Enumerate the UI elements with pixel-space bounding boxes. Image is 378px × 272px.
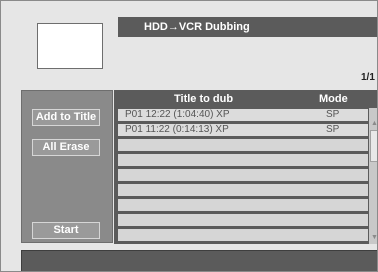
action-panel: Add to Title All Erase Start (21, 90, 113, 243)
video-preview-window (37, 23, 103, 69)
list-row-empty[interactable] (118, 154, 368, 166)
dub-title-list: Title to dub Mode P01 12:22 (1:04:40) XP… (114, 90, 377, 244)
list-scrollbar[interactable]: ▲ ▼ (369, 108, 377, 244)
column-header-title: Title to dub (174, 93, 234, 105)
list-row-empty[interactable] (118, 169, 368, 181)
list-header: Title to dub Mode (114, 90, 377, 108)
row-title: P01 11:22 (0:14:13) XP (125, 124, 229, 135)
scroll-down-arrow-icon[interactable]: ▼ (369, 234, 377, 242)
dubbing-screen: HDD→VCR Dubbing 1/1 Add to Title All Era… (0, 0, 378, 272)
status-bar (21, 250, 377, 271)
scroll-up-arrow-icon[interactable]: ▲ (369, 120, 377, 128)
list-row-1[interactable]: P01 12:22 (1:04:40) XP SP (118, 109, 368, 121)
scrollbar-thumb[interactable] (370, 130, 377, 162)
list-row-empty[interactable] (118, 229, 368, 241)
column-header-mode: Mode (319, 93, 348, 105)
start-button[interactable]: Start (32, 222, 100, 239)
row-mode: SP (326, 109, 340, 120)
page-indicator: 1/1 (361, 72, 375, 83)
list-row-empty[interactable] (118, 184, 368, 196)
all-erase-button[interactable]: All Erase (32, 139, 100, 156)
screen-title: HDD→VCR Dubbing (118, 17, 377, 37)
row-title: P01 12:22 (1:04:40) XP (125, 109, 230, 120)
list-row-empty[interactable] (118, 199, 368, 211)
list-row-empty[interactable] (118, 214, 368, 226)
row-mode: SP (326, 124, 340, 135)
list-row-2[interactable]: P01 11:22 (0:14:13) XP SP (118, 124, 368, 136)
list-row-empty[interactable] (118, 139, 368, 151)
add-to-title-button[interactable]: Add to Title (32, 109, 100, 126)
